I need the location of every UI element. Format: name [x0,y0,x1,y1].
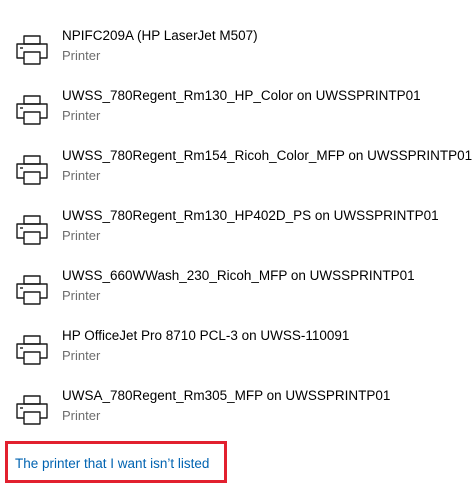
printer-type: Printer [62,288,101,303]
printer-item[interactable]: UWSS_780Regent_Rm130_HP402D_PS on UWSSPR… [0,202,460,258]
printer-icon [15,214,49,246]
printer-name: HP OfficeJet Pro 8710 PCL-3 on UWSS-1100… [62,328,350,343]
printer-type: Printer [62,48,101,63]
printer-item[interactable]: HP OfficeJet Pro 8710 PCL-3 on UWSS-1100… [0,322,460,378]
printer-name: NPIFC209A (HP LaserJet M507) [62,28,258,43]
printer-name: UWSS_780Regent_Rm130_HP402D_PS on UWSSPR… [62,208,439,223]
printer-icon [15,94,49,126]
printer-icon [15,34,49,66]
printer-type: Printer [62,348,101,363]
printer-icon [15,154,49,186]
printer-item[interactable]: NPIFC209A (HP LaserJet M507) Printer [0,22,460,78]
printer-type: Printer [62,108,101,123]
printer-item[interactable]: UWSS_660WWash_230_Ricoh_MFP on UWSSPRINT… [0,262,460,318]
printer-icon [15,394,49,426]
printer-name: UWSA_780Regent_Rm305_MFP on UWSSPRINTP01 [62,388,391,403]
printer-not-listed-link[interactable]: The printer that I want isn’t listed [15,455,209,473]
printer-item[interactable]: UWSS_780Regent_Rm154_Ricoh_Color_MFP on … [0,142,472,198]
printer-item[interactable]: UWSA_780Regent_Rm305_MFP on UWSSPRINTP01… [0,382,460,438]
printer-icon [15,334,49,366]
printer-name: UWSS_780Regent_Rm130_HP_Color on UWSSPRI… [62,88,421,103]
printer-name: UWSS_780Regent_Rm154_Ricoh_Color_MFP on … [62,148,473,163]
printer-item[interactable]: UWSS_780Regent_Rm130_HP_Color on UWSSPRI… [0,82,460,138]
printer-type: Printer [62,168,101,183]
printer-type: Printer [62,228,101,243]
printer-icon [15,274,49,306]
printer-type: Printer [62,408,101,423]
printer-name: UWSS_660WWash_230_Ricoh_MFP on UWSSPRINT… [62,268,415,283]
